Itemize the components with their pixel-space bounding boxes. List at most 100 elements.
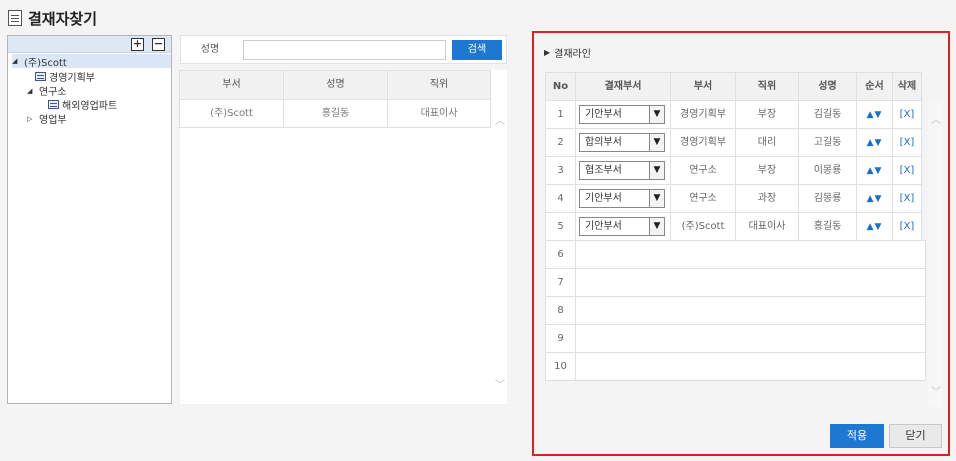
column-header-order: 순서 <box>856 72 893 101</box>
delete-row-button[interactable]: [X] <box>900 137 915 148</box>
delete-row-button[interactable]: [X] <box>900 165 915 176</box>
approval-row-empty: 10 <box>545 352 926 381</box>
approval-type-select[interactable]: 기안부서 ▼ <box>579 217 665 236</box>
row-name: 고길동 <box>798 128 857 157</box>
order-cell: ▲▼ <box>856 156 893 185</box>
delete-cell: [X] <box>892 212 922 241</box>
search-row: 성명 검색 <box>180 35 507 64</box>
department-icon <box>35 72 46 81</box>
delete-cell: [X] <box>892 128 922 157</box>
row-number: 9 <box>545 324 576 353</box>
move-up-down-icon[interactable]: ▲▼ <box>867 166 883 176</box>
approval-type-value: 기안부서 <box>585 109 622 120</box>
empty-cell <box>575 324 926 353</box>
row-position: 대리 <box>735 128 799 157</box>
expand-all-button[interactable]: + <box>131 38 144 51</box>
employee-list-header: 부서 성명 직위 <box>179 70 491 100</box>
empty-cell <box>575 352 926 381</box>
employee-row[interactable]: (주)Scott 홍길동 대표이사 <box>179 99 491 128</box>
tree-expanded-icon[interactable]: ◢ <box>12 57 21 65</box>
row-name: 홍길동 <box>798 212 857 241</box>
approval-type-cell: 합의부서 ▼ <box>575 128 671 157</box>
tree-node-sales[interactable]: ▷ 영업부 <box>27 111 67 127</box>
row-number: 3 <box>545 156 576 185</box>
delete-row-button[interactable]: [X] <box>900 109 915 120</box>
column-header-approval-dept: 결재부서 <box>575 72 671 101</box>
approval-line-title-text: 결재라인 <box>554 49 591 60</box>
tree-node-company[interactable]: ◢ (주)Scott <box>12 54 171 69</box>
empty-cell <box>575 240 926 269</box>
approval-type-select[interactable]: 기안부서 ▼ <box>579 189 665 208</box>
row-name: 이몽룡 <box>798 156 857 185</box>
chevron-down-icon[interactable]: ▼ <box>649 134 664 151</box>
row-dept: 경영기획부 <box>670 128 736 157</box>
tree-node-label: 해외영업파트 <box>62 101 118 112</box>
approval-row: 2 합의부서 ▼ 경영기획부 대리 고길동 ▲▼ [X] <box>545 128 926 157</box>
tree-node-overseas-sales[interactable]: 해외영업파트 <box>48 97 117 112</box>
move-up-down-icon[interactable]: ▲▼ <box>867 222 883 232</box>
approval-line-panel: ▶ 결재라인 ︿ ﹀ No 결재부서 부서 직위 성명 순서 삭제 1 기안부서 ▼… <box>532 31 950 456</box>
chevron-down-icon[interactable]: ▼ <box>649 190 664 207</box>
tree-node-label: 경영기획부 <box>49 73 95 84</box>
move-up-down-icon[interactable]: ▲▼ <box>867 194 883 204</box>
tree-expanded-icon[interactable]: ◢ <box>27 87 36 95</box>
employee-list: 부서 성명 직위 (주)Scott 홍길동 대표이사 ︿ ﹀ <box>179 70 507 404</box>
column-header-position: 직위 <box>735 72 799 101</box>
org-tree-panel: + − ◢ (주)Scott 경영기획부 ◢ 연구소 해외영업파트 ▷ 영업부 <box>7 35 172 404</box>
approval-type-cell: 기안부서 ▼ <box>575 184 671 213</box>
page-title: 결재자찾기 <box>28 9 98 28</box>
row-dept: 경영기획부 <box>670 100 736 129</box>
column-header-no: No <box>545 72 576 101</box>
column-header-delete: 삭제 <box>892 72 922 101</box>
row-name: 김길동 <box>798 100 857 129</box>
delete-row-button[interactable]: [X] <box>900 221 915 232</box>
tree-node-label: 연구소 <box>39 87 67 98</box>
name-search-input[interactable] <box>243 40 446 60</box>
employee-name: 홍길동 <box>283 99 388 128</box>
row-number: 10 <box>545 352 576 381</box>
caret-right-icon: ▶ <box>544 48 551 57</box>
chevron-down-icon[interactable]: ▼ <box>649 218 664 235</box>
scroll-down-icon[interactable]: ﹀ <box>931 383 941 398</box>
scroll-up-icon[interactable]: ︿ <box>931 111 941 126</box>
empty-cell <box>575 268 926 297</box>
search-label: 성명 <box>200 44 220 55</box>
order-cell: ▲▼ <box>856 212 893 241</box>
move-up-down-icon[interactable]: ▲▼ <box>867 138 883 148</box>
chevron-down-icon[interactable]: ▼ <box>649 162 664 179</box>
approval-row-empty: 6 <box>545 240 926 269</box>
tree-node-planning[interactable]: 경영기획부 <box>35 69 95 84</box>
employee-dept: (주)Scott <box>179 99 284 128</box>
approval-type-select[interactable]: 합의부서 ▼ <box>579 133 665 152</box>
tree-node-label: (주)Scott <box>24 57 67 69</box>
row-position: 과장 <box>735 184 799 213</box>
empty-cell <box>575 296 926 325</box>
tree-node-research[interactable]: ◢ 연구소 <box>27 83 67 99</box>
tree-collapsed-icon[interactable]: ▷ <box>27 115 36 123</box>
approval-type-select[interactable]: 기안부서 ▼ <box>579 105 665 124</box>
order-cell: ▲▼ <box>856 184 893 213</box>
approval-scrollbar[interactable] <box>928 101 942 407</box>
row-name: 김몽룡 <box>798 184 857 213</box>
scroll-down-icon[interactable]: ﹀ <box>495 376 505 391</box>
approval-type-select[interactable]: 협조부서 ▼ <box>579 161 665 180</box>
tree-node-label: 영업부 <box>39 115 67 126</box>
approval-type-value: 기안부서 <box>585 193 622 204</box>
delete-row-button[interactable]: [X] <box>900 193 915 204</box>
row-number: 6 <box>545 240 576 269</box>
row-position: 대표이사 <box>735 212 799 241</box>
column-header-name: 성명 <box>798 72 857 101</box>
search-button[interactable]: 검색 <box>452 40 502 60</box>
approval-row: 1 기안부서 ▼ 경영기획부 부장 김길동 ▲▼ [X] <box>545 100 926 129</box>
collapse-all-button[interactable]: − <box>152 38 165 51</box>
scroll-up-icon[interactable]: ︿ <box>495 112 505 127</box>
order-cell: ▲▼ <box>856 100 893 129</box>
approval-type-value: 기안부서 <box>585 221 622 232</box>
close-button[interactable]: 닫기 <box>889 424 942 448</box>
approval-type-value: 합의부서 <box>585 137 622 148</box>
row-number: 2 <box>545 128 576 157</box>
move-up-down-icon[interactable]: ▲▼ <box>867 110 883 120</box>
row-number: 8 <box>545 296 576 325</box>
apply-button[interactable]: 적용 <box>830 424 884 448</box>
chevron-down-icon[interactable]: ▼ <box>649 106 664 123</box>
